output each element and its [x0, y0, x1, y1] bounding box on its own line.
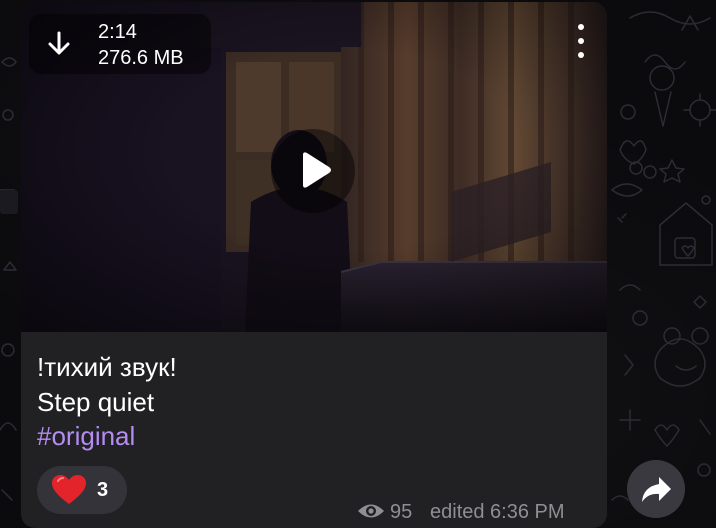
reaction-count: 3: [97, 479, 109, 501]
share-arrow-icon: [642, 477, 671, 502]
view-count: 95: [390, 501, 413, 523]
more-options-button[interactable]: [571, 22, 591, 60]
download-button[interactable]: [43, 28, 75, 60]
video-duration: 2:14: [98, 21, 137, 43]
eye-icon: [358, 504, 384, 518]
message-bubble[interactable]: 2:14 276.6 MB !тихий звук! Step quiet #o…: [21, 2, 607, 528]
caption-title: !тихий звук!: [37, 352, 177, 382]
play-icon: [303, 152, 331, 188]
more-vertical-icon: [578, 24, 584, 30]
download-arrow-icon: [48, 31, 70, 55]
edited-timestamp: edited 6:36 PM: [430, 501, 565, 523]
share-button[interactable]: [627, 460, 685, 518]
play-button[interactable]: [271, 129, 355, 213]
video-file-size: 276.6 MB: [98, 47, 184, 69]
reaction-chip[interactable]: 3: [37, 466, 127, 514]
red-heart-icon: [52, 475, 86, 504]
video-preview[interactable]: 2:14 276.6 MB: [21, 2, 607, 332]
hashtag-link[interactable]: #original: [37, 419, 597, 453]
caption-subtitle: Step quiet: [37, 387, 155, 417]
media-info-pill: 2:14 276.6 MB: [29, 14, 211, 74]
